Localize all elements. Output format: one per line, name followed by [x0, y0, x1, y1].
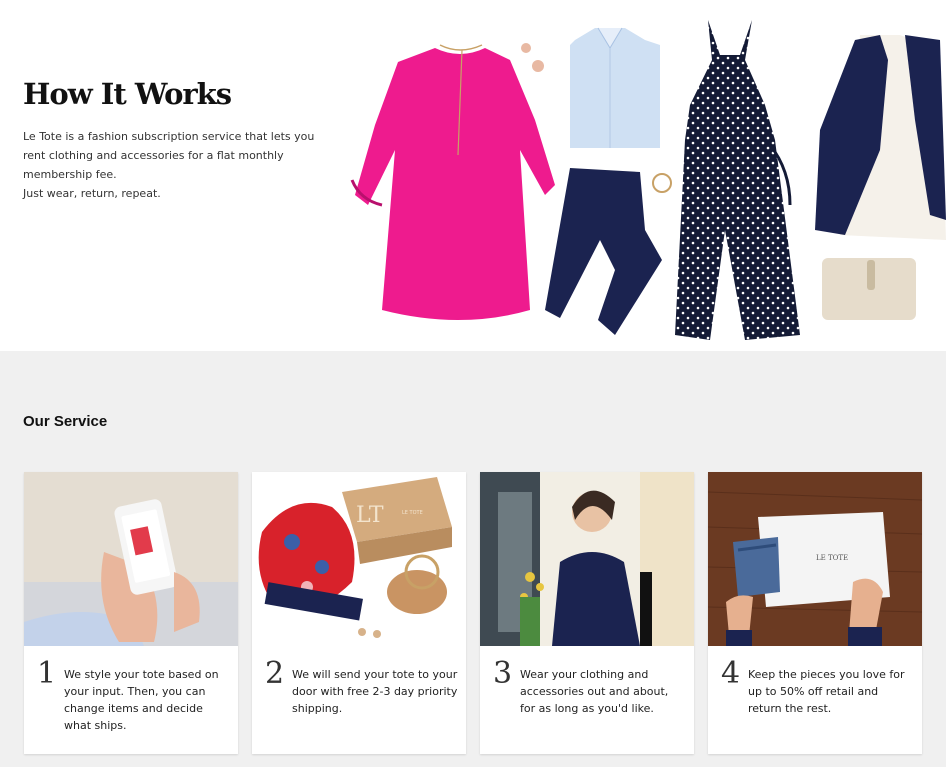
navy-pants-image	[545, 168, 662, 335]
step-description: Wear your clothing and accessories out a…	[520, 668, 669, 715]
step-description: Keep the pieces you love for up to 50% o…	[748, 668, 905, 715]
our-service-heading: Our Service	[23, 413, 108, 430]
step-description: We will send your tote to your door with…	[292, 668, 458, 715]
woman-wearing-outfit-image	[480, 472, 694, 646]
bag-label-text: LE TOTE	[816, 554, 848, 562]
box-logo-text: LT	[356, 503, 384, 528]
phone-styling-image	[24, 472, 238, 646]
hero-section: How It Works Le Tote is a fashion subscr…	[0, 0, 946, 351]
bracelet-image	[652, 173, 672, 193]
hero-tagline: Just wear, return, repeat.	[23, 187, 161, 200]
step-number: 3	[493, 656, 513, 691]
navy-blazer-image	[815, 35, 946, 240]
step-card-body: 4 Keep the pieces you love for up to 50%…	[708, 646, 922, 754]
service-step-card-3: 3 Wear your clothing and accessories out…	[480, 472, 694, 754]
return-bag-image: LE TOTE	[708, 472, 922, 646]
earrings-image	[521, 43, 544, 72]
step-description: We style your tote based on your input. …	[64, 668, 219, 732]
box-brand-text: LE TOTE	[402, 510, 423, 516]
step-card-body: 1 We style your tote based on your input…	[24, 646, 238, 754]
service-step-card-2: LT LE TOTE 2 We will send your tote to y…	[252, 472, 466, 754]
hero-description-line: Le Tote is a fashion subscription servic…	[23, 130, 315, 181]
step-card-body: 2 We will send your tote to your door wi…	[252, 646, 466, 754]
step-number: 1	[37, 656, 57, 691]
step-number: 4	[721, 656, 741, 691]
service-step-card-1: 1 We style your tote based on your input…	[24, 472, 238, 754]
polka-dot-jumpsuit-image	[675, 20, 800, 340]
page-title: How It Works	[23, 77, 232, 111]
step-number: 2	[265, 656, 285, 691]
service-step-card-4: LE TOTE 4 Keep the pieces you love for u…	[708, 472, 922, 754]
hero-description: Le Tote is a fashion subscription servic…	[23, 127, 323, 203]
step-card-body: 3 Wear your clothing and accessories out…	[480, 646, 694, 754]
pink-dress-image	[350, 44, 555, 320]
clutch-bag-image	[822, 258, 916, 320]
blue-shirt-image	[570, 27, 660, 148]
tote-box-image: LT LE TOTE	[252, 472, 466, 646]
hero-text: How It Works Le Tote is a fashion subscr…	[23, 76, 323, 203]
hero-clothing-image	[350, 20, 946, 340]
